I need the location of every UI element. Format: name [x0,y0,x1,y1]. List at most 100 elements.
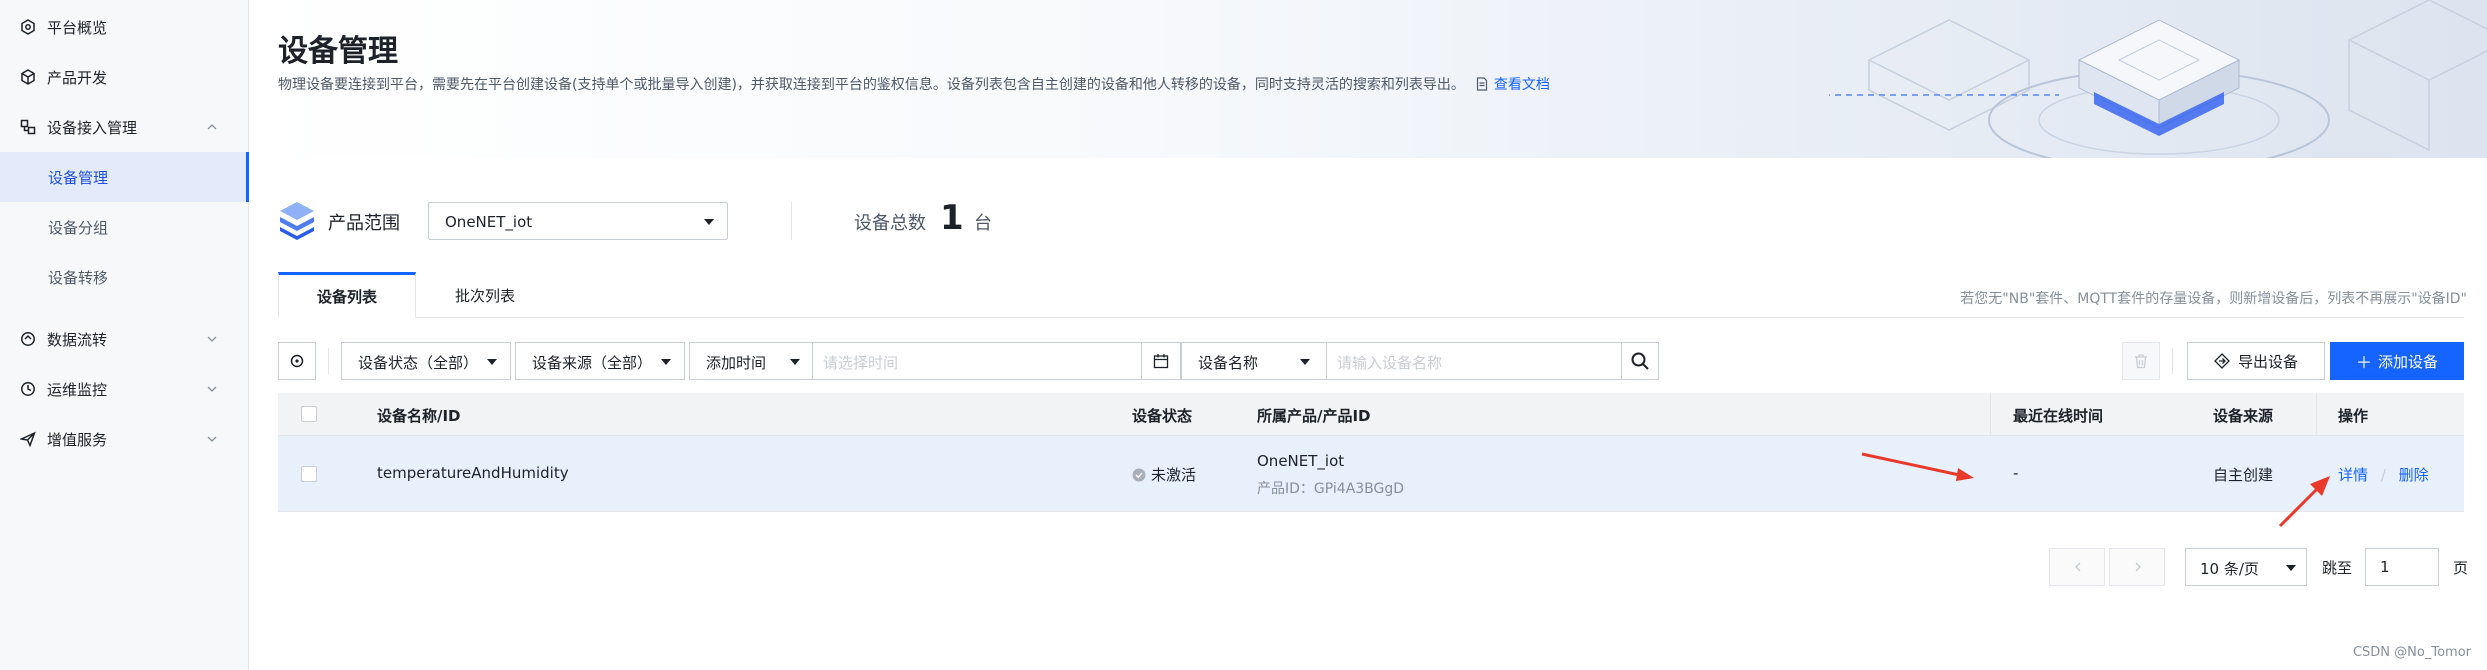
detail-link[interactable]: 详情 [2338,466,2368,484]
add-device-label: 添加设备 [2378,352,2439,371]
sidebar-item-data-flow[interactable]: 数据流转 [0,314,249,364]
source-filter[interactable]: 设备来源（全部） [515,342,685,380]
search-button[interactable] [1621,342,1659,380]
product-scope-label: 产品范围 [328,213,400,234]
sidebar-item-label: 平台概览 [47,18,108,37]
iot-illustration [1829,0,2487,158]
device-source: 自主创建 [2213,466,2274,484]
col-header-name: 设备名称/ID [377,407,461,425]
divider [2172,348,2173,374]
chevron-right-icon [2135,562,2141,572]
device-status: 未激活 [1132,464,1196,485]
chevron-down-icon [207,386,217,392]
col-header-last-online: 最近在线时间 [2013,407,2104,425]
row-checkbox[interactable] [301,466,317,482]
sidebar-item-product-dev[interactable]: 产品开发 [0,52,249,102]
page-description: 物理设备要连接到平台，需要先在平台创建设备(支持单个或批量导入创建)，并获取连接… [278,74,1550,94]
platform-overview-icon [21,19,35,35]
time-picker[interactable]: 请选择时间 [812,342,1142,380]
prev-page-button[interactable] [2049,548,2105,586]
device-total-count: 1 [940,198,964,238]
search-input-placeholder: 请输入设备名称 [1337,354,1443,372]
row-actions: 详情 / 删除 [2338,464,2429,485]
action-separator: / [2380,466,2386,484]
chevron-left-icon [2075,562,2081,572]
divider [328,348,329,374]
jump-label: 跳至 [2322,559,2353,577]
search-icon [1631,352,1649,370]
sidebar-item-label: 设备转移 [48,268,109,287]
status-filter[interactable]: 设备状态（全部） [341,342,511,380]
sidebar-item-label: 设备分组 [48,218,109,237]
watermark: CSDN @No_Tomor [2352,645,2471,660]
product-name: OneNET_iot [1257,452,1345,470]
sidebar-item-device-group[interactable]: 设备分组 [0,202,249,252]
sidebar-item-label: 设备接入管理 [47,118,138,137]
caret-down-icon [2286,565,2296,571]
sidebar: 平台概览 产品开发 设备接入管理 设备管理 设备分组 设备转移 数据流转 运维监… [0,0,249,670]
export-devices-label: 导出设备 [2237,352,2298,371]
delete-link[interactable]: 删除 [2399,466,2429,484]
device-name-search-input[interactable]: 请输入设备名称 [1326,342,1622,380]
select-all-checkbox[interactable] [301,406,317,422]
device-name[interactable]: temperatureAndHumidity [377,464,569,482]
refresh-icon [290,354,304,368]
source-filter-value: 设备来源（全部） [532,354,653,372]
annotation-arrow-right [1861,452,1974,481]
cube-icon [21,69,35,85]
chevron-down-icon [207,436,217,442]
time-picker-placeholder: 请选择时间 [823,354,899,372]
next-page-button[interactable] [2109,548,2165,586]
delete-button[interactable] [2122,342,2160,380]
sidebar-item-label: 数据流转 [47,330,108,349]
time-field-select[interactable]: 添加时间 [689,342,813,380]
send-icon [20,431,36,447]
page-title: 设备管理 [278,34,398,69]
time-field-value: 添加时间 [706,354,767,372]
page-unit-label: 页 [2453,559,2469,577]
export-icon [2214,353,2230,369]
page-size-value: 10 条/页 [2200,560,2259,578]
caret-down-icon [790,359,800,365]
sidebar-item-device-transfer[interactable]: 设备转移 [0,252,249,302]
active-indicator [246,152,249,202]
product-stack-icon [280,202,314,240]
device-access-icon [20,119,36,135]
sidebar-item-device-management[interactable]: 设备管理 [0,152,249,202]
sidebar-item-label: 增值服务 [47,430,108,449]
sidebar-item-label: 设备管理 [48,168,109,187]
col-header-action: 操作 [2338,407,2369,425]
calendar-button[interactable] [1141,342,1181,380]
export-devices-button[interactable]: 导出设备 [2187,342,2325,380]
sidebar-item-label: 产品开发 [47,68,108,87]
product-select[interactable]: OneNET_iot [428,202,728,240]
plus-icon: ＋ [2355,353,2372,372]
add-device-button[interactable]: ＋ 添加设备 [2330,342,2464,380]
sidebar-item-device-access[interactable]: 设备接入管理 [0,102,249,152]
col-header-source: 设备来源 [2213,407,2274,425]
monitor-icon [21,382,35,396]
calendar-icon [1153,354,1169,369]
divider [791,202,792,240]
last-online-time: - [2013,464,2019,482]
caret-down-icon [1300,359,1310,365]
document-icon [1477,77,1488,91]
refresh-button[interactable] [278,342,316,380]
sidebar-item-value-added[interactable]: 增值服务 [0,414,249,464]
status-check-icon [1132,468,1146,482]
product-select-value: OneNET_iot [445,213,533,231]
device-total-unit: 台 [974,213,992,234]
tab-device-list[interactable]: 设备列表 [278,272,416,318]
search-field-select[interactable]: 设备名称 [1181,342,1327,380]
page-size-select[interactable]: 10 条/页 [2185,548,2307,586]
tab-batch-list[interactable]: 批次列表 [416,272,554,318]
jump-page-value: 1 [2380,558,2390,576]
sidebar-item-ops-monitor[interactable]: 运维监控 [0,364,249,414]
sidebar-item-platform-overview[interactable]: 平台概览 [0,2,249,52]
col-header-product: 所属产品/产品ID [1257,407,1371,425]
view-docs-link[interactable]: 查看文档 [1494,77,1550,93]
caret-down-icon [661,359,671,365]
search-field-value: 设备名称 [1198,354,1259,372]
jump-page-input[interactable]: 1 [2365,548,2439,586]
sidebar-item-label: 运维监控 [47,380,108,399]
